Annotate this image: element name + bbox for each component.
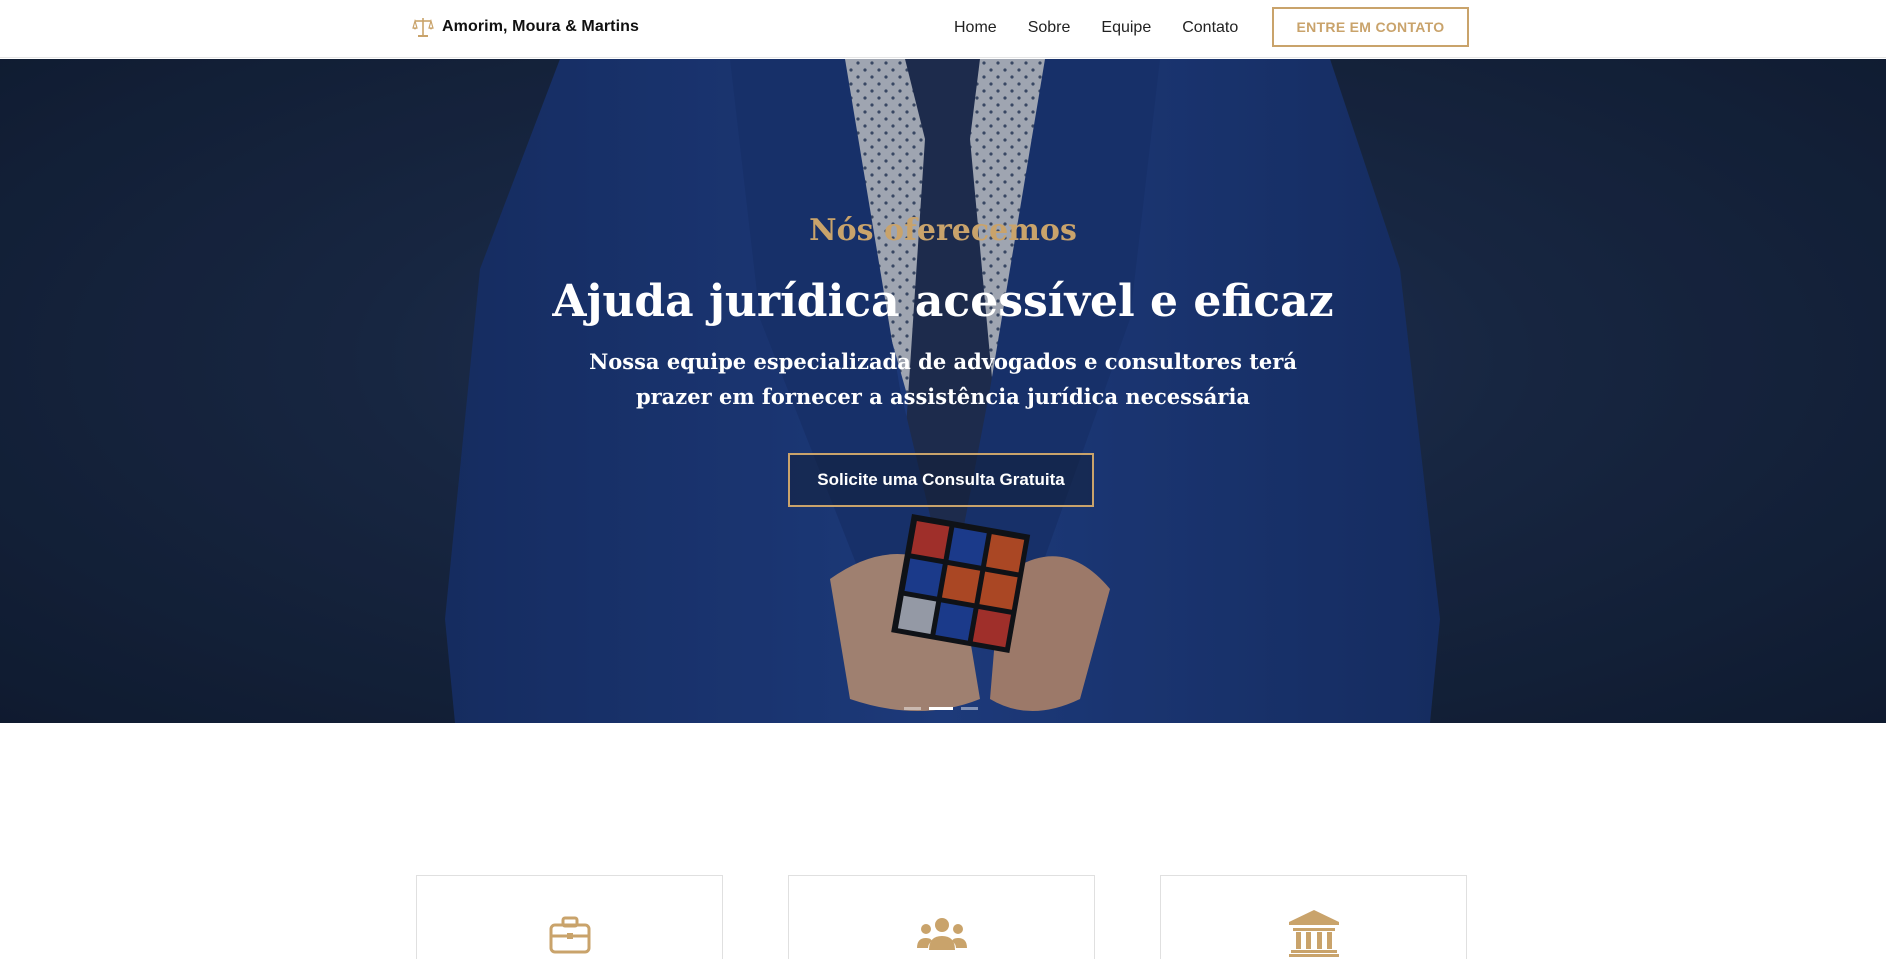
users-group-icon <box>916 916 968 957</box>
slider-dot-2[interactable] <box>929 707 953 710</box>
bank-building-icon <box>1288 909 1340 959</box>
slider-dot-1[interactable] <box>904 707 921 710</box>
nav-sobre[interactable]: Sobre <box>1028 19 1071 37</box>
slider-dot-3[interactable] <box>961 707 978 710</box>
contact-button[interactable]: ENTRE EM CONTATO <box>1272 7 1469 47</box>
nav-contato[interactable]: Contato <box>1182 19 1238 37</box>
service-card-2[interactable] <box>788 875 1095 959</box>
nav-equipe[interactable]: Equipe <box>1101 19 1151 37</box>
slider-dots <box>904 707 978 710</box>
site-header: Amorim, Moura & Martins Home Sobre Equip… <box>0 0 1886 58</box>
service-card-1[interactable] <box>416 875 723 959</box>
service-card-3[interactable] <box>1160 875 1467 959</box>
brand-name: Amorim, Moura & Martins <box>442 18 639 35</box>
brand[interactable]: Amorim, Moura & Martins <box>412 16 639 38</box>
nav-home[interactable]: Home <box>954 19 997 37</box>
hero-slider: Nós oferecemos Ajuda jurídica acessível … <box>0 59 1886 723</box>
briefcase-icon <box>549 916 591 959</box>
hero-kicker: Nós oferecemos <box>809 213 1077 248</box>
hero-headline: Ajuda jurídica acessível e eficaz <box>552 276 1334 327</box>
free-consultation-button[interactable]: Solicite uma Consulta Gratuita <box>788 453 1094 507</box>
hero-subtext: Nossa equipe especializada de advogados … <box>589 349 1297 409</box>
main-nav: Home Sobre Equipe Contato <box>954 19 1269 37</box>
scales-of-justice-icon <box>412 16 434 38</box>
